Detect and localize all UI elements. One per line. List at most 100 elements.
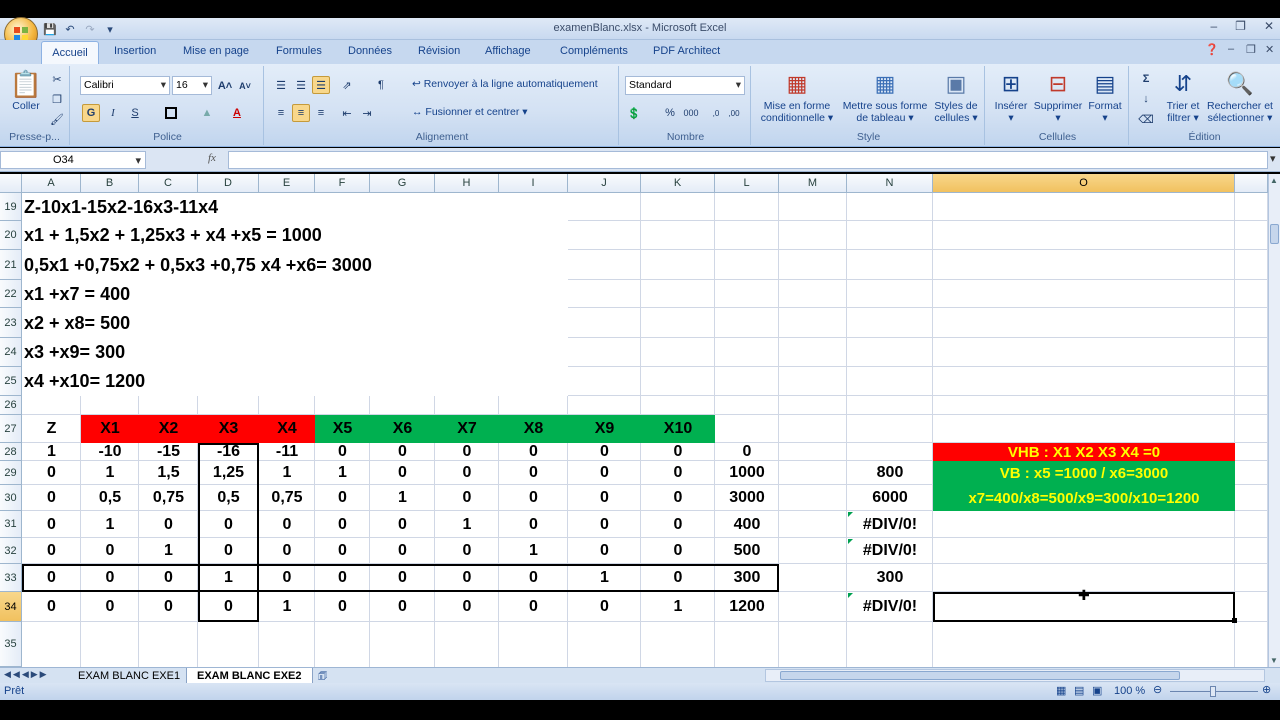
tab-accueil[interactable]: Accueil <box>41 41 99 64</box>
font-color-icon[interactable]: A <box>228 104 246 122</box>
expand-formula-icon[interactable]: ▾ <box>1270 152 1276 165</box>
row-header-25[interactable]: 25 <box>0 367 22 396</box>
zoom-in-icon[interactable]: ⊕ <box>1262 683 1271 696</box>
sheet-nav-arrows-icon[interactable]: ◀◀◀▶▶ <box>4 669 49 680</box>
column-header-a[interactable]: A <box>22 174 81 193</box>
conditional-format-button[interactable]: ▦ Mise en forme conditionnelle ▾ <box>757 68 837 125</box>
close-icon[interactable]: ✕ <box>1264 19 1274 33</box>
fill-color-icon[interactable]: ▲ <box>198 104 216 122</box>
page-layout-icon[interactable]: ▤ <box>1074 684 1084 697</box>
normal-view-icon[interactable]: ▦ <box>1056 684 1066 697</box>
column-header-p[interactable] <box>1235 174 1268 193</box>
italic-button[interactable]: I <box>104 104 122 122</box>
column-header-e[interactable]: E <box>259 174 315 193</box>
horizontal-scroll-thumb[interactable] <box>780 671 1180 680</box>
font-size-select[interactable]: 16 ▾ <box>172 76 212 95</box>
align-bottom-icon[interactable]: ☰ <box>312 76 330 94</box>
bold-button[interactable]: G <box>82 104 100 122</box>
column-header-i[interactable]: I <box>499 174 568 193</box>
wrap-text-button[interactable]: ↩ Renvoyer à la ligne automatiquement <box>412 78 598 90</box>
column-header-h[interactable]: H <box>435 174 499 193</box>
row-header-28[interactable]: 28 <box>0 443 22 461</box>
format-as-table-button[interactable]: ▦ Mettre sous forme de tableau ▾ <box>839 68 931 125</box>
minimize-icon[interactable]: – <box>1210 19 1217 33</box>
underline-button[interactable]: S <box>126 104 144 122</box>
row-header-19[interactable]: 19 <box>0 193 22 221</box>
vertical-scroll-thumb[interactable] <box>1270 224 1279 244</box>
grow-font-icon[interactable]: A˄ <box>216 77 234 95</box>
formula-input[interactable] <box>228 151 1268 169</box>
align-left-icon[interactable]: ≡ <box>272 104 290 122</box>
column-header-f[interactable]: F <box>315 174 370 193</box>
cell-styles-button[interactable]: ▣ Styles de cellules ▾ <box>931 68 981 125</box>
row-header-29[interactable]: 29 <box>0 461 22 485</box>
column-header-j[interactable]: J <box>568 174 641 193</box>
row-header-27[interactable]: 27 <box>0 415 22 443</box>
text-direction-icon[interactable]: ¶ <box>372 76 390 94</box>
align-center-icon[interactable]: ≡ <box>292 104 310 122</box>
increase-decimal-icon[interactable]: ,0 <box>707 104 725 122</box>
scroll-down-icon[interactable]: ▼ <box>1270 656 1279 665</box>
paste-button[interactable]: 📋 Coller <box>6 68 46 112</box>
row-header-33[interactable]: 33 <box>0 564 22 592</box>
row-header-26[interactable]: 26 <box>0 396 22 415</box>
format-button[interactable]: ▤ Format ▾ <box>1083 68 1127 125</box>
column-header-k[interactable]: K <box>641 174 715 193</box>
tab-mise-en-page[interactable]: Mise en page <box>183 45 249 57</box>
zoom-out-icon[interactable]: ⊖ <box>1153 683 1162 696</box>
doc-restore-icon[interactable]: ❐ <box>1246 43 1256 56</box>
copy-icon[interactable]: ❐ <box>48 90 66 108</box>
tab-insertion[interactable]: Insertion <box>114 45 156 57</box>
row-header-22[interactable]: 22 <box>0 280 22 308</box>
align-top-icon[interactable]: ☰ <box>272 76 290 94</box>
decrease-indent-icon[interactable]: ⇤ <box>338 104 356 122</box>
tab-affichage[interactable]: Affichage <box>485 45 531 57</box>
row-header-24[interactable]: 24 <box>0 338 22 367</box>
autosum-button[interactable]: Σ <box>1137 70 1155 88</box>
row-header-31[interactable]: 31 <box>0 511 22 538</box>
doc-close-icon[interactable]: ✕ <box>1265 43 1274 56</box>
column-header-m[interactable]: M <box>779 174 847 193</box>
align-right-icon[interactable]: ≡ <box>312 104 330 122</box>
tab-formules[interactable]: Formules <box>276 45 322 57</box>
scroll-up-icon[interactable]: ▲ <box>1270 176 1279 185</box>
fx-button[interactable]: fx <box>208 152 216 164</box>
maximize-icon[interactable]: ❐ <box>1235 19 1246 33</box>
horizontal-scrollbar[interactable] <box>765 669 1265 682</box>
tab-pdf-architect[interactable]: PDF Architect <box>653 45 720 57</box>
column-header-n[interactable]: N <box>847 174 933 193</box>
row-header-32[interactable]: 32 <box>0 538 22 564</box>
thousands-button[interactable]: 000 <box>679 104 703 122</box>
doc-minimize-icon[interactable]: – <box>1228 43 1234 55</box>
page-break-icon[interactable]: ▣ <box>1092 684 1102 697</box>
row-header-34[interactable]: 34 <box>0 592 22 622</box>
cut-icon[interactable]: ✂ <box>48 70 66 88</box>
vertical-scrollbar[interactable]: ▲ ▼ <box>1268 174 1280 667</box>
format-painter-icon[interactable]: 🖌 <box>48 110 66 128</box>
borders-icon[interactable] <box>162 104 180 122</box>
row-header-35[interactable]: 35 <box>0 622 22 667</box>
help-icon[interactable]: ❓ <box>1205 43 1219 56</box>
row-header-30[interactable]: 30 <box>0 485 22 511</box>
row-header-20[interactable]: 20 <box>0 221 22 250</box>
percent-button[interactable]: % <box>661 104 679 122</box>
increase-indent-icon[interactable]: ⇥ <box>358 104 376 122</box>
fill-icon[interactable]: ↓ <box>1137 90 1155 108</box>
tab-complements[interactable]: Compléments <box>560 45 628 57</box>
zoom-slider-thumb[interactable] <box>1210 686 1216 697</box>
delete-button[interactable]: ⊟ Supprimer ▾ <box>1033 68 1083 125</box>
worksheet-grid[interactable]: A B C D E F G H I J K L M N O 19 20 21 22 23 24 25 26 27 28 29 30 3… <box>0 174 1268 667</box>
column-header-o[interactable]: O <box>933 174 1235 193</box>
clear-icon[interactable]: ⌫ <box>1137 110 1155 128</box>
font-name-select[interactable]: Calibri ▾ <box>80 76 170 95</box>
merge-center-button[interactable]: ↔ Fusionner et centrer ▾ <box>412 106 528 118</box>
fill-handle[interactable] <box>1232 618 1237 623</box>
number-format-select[interactable]: Standard ▾ <box>625 76 745 95</box>
tab-revision[interactable]: Révision <box>418 45 460 57</box>
row-header-23[interactable]: 23 <box>0 308 22 338</box>
sort-filter-button[interactable]: ⇵ Trier et filtrer ▾ <box>1161 68 1205 125</box>
insert-button[interactable]: ⊞ Insérer ▾ <box>989 68 1033 125</box>
column-header-l[interactable]: L <box>715 174 779 193</box>
column-header-d[interactable]: D <box>198 174 259 193</box>
column-header-g[interactable]: G <box>370 174 435 193</box>
